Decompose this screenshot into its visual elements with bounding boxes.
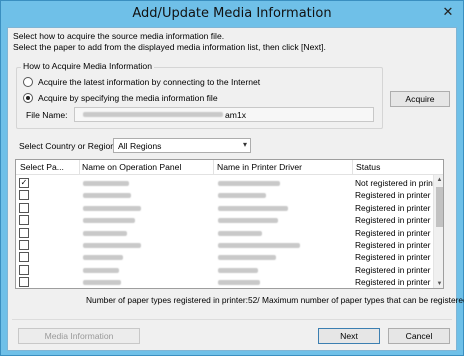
row-select-checkbox[interactable] xyxy=(19,202,29,213)
acquire-method-legend: How to Acquire Media Information xyxy=(21,61,154,71)
chevron-down-icon[interactable]: ▾ xyxy=(243,140,247,149)
printer-driver-name-redacted xyxy=(218,243,300,248)
paper-count-status: Number of paper types registered in prin… xyxy=(86,295,464,305)
operation-panel-name-redacted xyxy=(83,193,131,199)
instructions: Select how to acquire the source media i… xyxy=(13,31,326,53)
header-operation-panel-name[interactable]: Name on Operation Panel xyxy=(82,162,181,172)
printer-driver-name-redacted xyxy=(218,218,278,224)
row-status: Registered in printer xyxy=(355,240,431,250)
operation-panel-name-redacted xyxy=(83,205,141,211)
scroll-down-icon[interactable]: ▼ xyxy=(434,279,443,288)
table-row[interactable]: Registered in printer xyxy=(16,251,431,263)
table-scrollbar[interactable]: ▲ ▼ xyxy=(433,175,443,288)
header-select-paper[interactable]: Select Pa... xyxy=(20,162,64,172)
file-name-suffix: am1x xyxy=(225,109,247,120)
media-information-button[interactable]: Media Information xyxy=(18,328,140,344)
printer-driver-name-redacted xyxy=(218,181,280,186)
radio-internet[interactable]: Acquire the latest information by connec… xyxy=(23,77,260,87)
scroll-up-icon[interactable]: ▲ xyxy=(434,175,443,185)
table-header: Select Pa... Name on Operation Panel Nam… xyxy=(16,160,443,175)
file-name-field[interactable]: am1x xyxy=(74,107,374,122)
radio-internet-circle[interactable] xyxy=(23,77,33,87)
instruction-line-2: Select the paper to add from the display… xyxy=(13,42,326,52)
dialog-window: Add/Update Media Information ✕ Select ho… xyxy=(0,0,464,356)
file-name-label: File Name: xyxy=(26,110,68,120)
file-path-redacted xyxy=(83,112,223,117)
footer-divider xyxy=(12,319,452,320)
printer-driver-name-redacted xyxy=(218,280,260,286)
table-row[interactable]: Registered in printer xyxy=(16,264,431,276)
row-select-checkbox[interactable] xyxy=(19,277,29,288)
row-status: Registered in printer xyxy=(355,227,431,238)
radio-internet-label: Acquire the latest information by connec… xyxy=(38,77,261,87)
radio-file[interactable]: Acquire by specifying the media informat… xyxy=(23,93,218,103)
media-list-table: Select Pa... Name on Operation Panel Nam… xyxy=(15,159,444,289)
header-divider[interactable] xyxy=(352,160,353,175)
row-status: Registered in printer xyxy=(355,202,431,213)
scrollbar-thumb[interactable] xyxy=(436,187,443,227)
table-row[interactable]: Registered in printer xyxy=(16,276,431,288)
printer-driver-name-redacted xyxy=(218,267,258,273)
table-row[interactable]: Registered in printer xyxy=(16,239,431,251)
instruction-line-1: Select how to acquire the source media i… xyxy=(13,31,225,41)
row-status: Registered in printer xyxy=(355,264,431,275)
next-button[interactable]: Next xyxy=(318,328,380,344)
table-row[interactable]: Registered in printer xyxy=(16,214,431,226)
row-status: Registered in printer xyxy=(355,215,431,226)
row-status: Registered in printer xyxy=(355,252,431,263)
table-row[interactable]: ✓ Not registered in printer xyxy=(16,177,443,189)
row-select-checkbox[interactable] xyxy=(19,264,29,275)
row-select-checkbox[interactable] xyxy=(19,215,29,226)
row-select-checkbox[interactable] xyxy=(19,252,29,263)
row-select-checkbox[interactable] xyxy=(19,190,29,201)
row-select-checkbox[interactable] xyxy=(19,227,29,238)
row-status: Not registered in printer xyxy=(355,178,443,188)
acquire-button[interactable]: Acquire xyxy=(390,91,450,107)
cancel-button[interactable]: Cancel xyxy=(388,328,450,344)
radio-file-circle[interactable] xyxy=(23,93,33,103)
row-select-checkbox[interactable]: ✓ xyxy=(19,178,29,188)
header-divider[interactable] xyxy=(213,160,214,175)
table-row[interactable]: Registered in printer xyxy=(16,189,431,201)
operation-panel-name-redacted xyxy=(83,255,123,261)
operation-panel-name-redacted xyxy=(83,181,129,186)
row-select-checkbox[interactable] xyxy=(19,240,29,250)
country-selected-value: All Regions xyxy=(118,140,162,151)
close-icon[interactable]: ✕ xyxy=(437,3,459,21)
operation-panel-name-redacted xyxy=(83,218,135,224)
table-row[interactable]: Registered in printer xyxy=(16,227,431,239)
row-status: Registered in printer xyxy=(355,277,431,288)
country-label: Select Country or Region xyxy=(19,141,116,151)
operation-panel-name-redacted xyxy=(83,280,121,286)
header-divider[interactable] xyxy=(79,160,80,175)
table-row[interactable]: Registered in printer xyxy=(16,202,431,214)
printer-driver-name-redacted xyxy=(218,230,262,236)
operation-panel-name-redacted xyxy=(83,230,127,236)
operation-panel-name-redacted xyxy=(83,267,119,273)
header-status[interactable]: Status xyxy=(356,162,380,172)
dialog-body: Select how to acquire the source media i… xyxy=(7,27,464,351)
printer-driver-name-redacted xyxy=(218,193,266,199)
row-status: Registered in printer xyxy=(355,190,431,201)
operation-panel-name-redacted xyxy=(83,243,141,248)
printer-driver-name-redacted xyxy=(218,255,276,261)
window-title: Add/Update Media Information xyxy=(132,5,332,21)
printer-driver-name-redacted xyxy=(218,205,288,211)
radio-file-label: Acquire by specifying the media informat… xyxy=(38,93,218,103)
country-select[interactable]: All Regions ▾ xyxy=(113,138,251,153)
header-driver-name[interactable]: Name in Printer Driver xyxy=(217,162,302,172)
